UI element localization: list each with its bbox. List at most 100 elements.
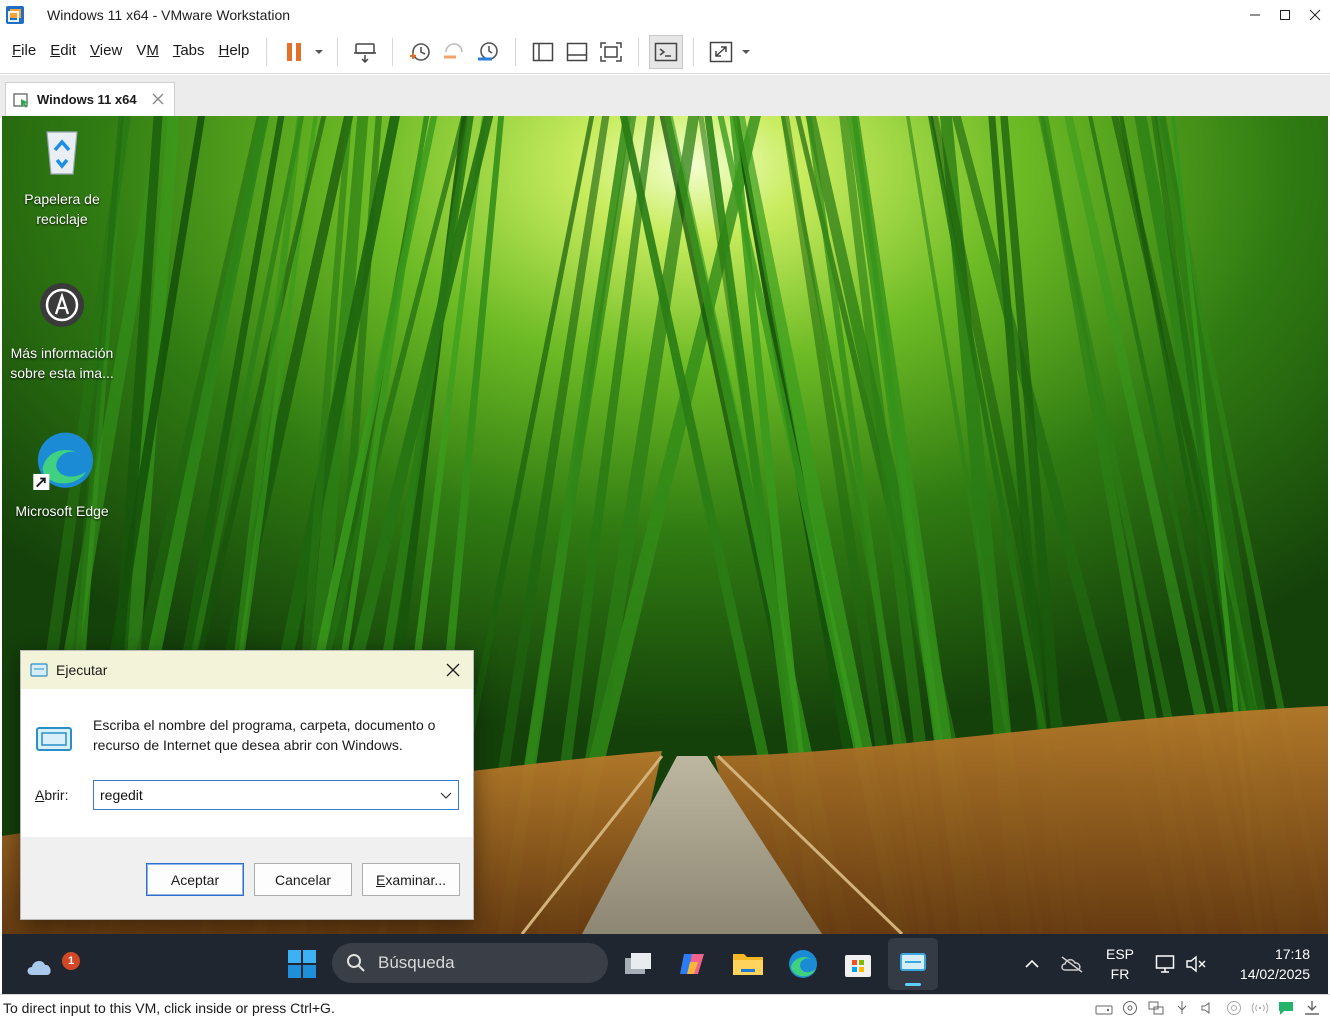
fullscreen-button[interactable] — [704, 35, 738, 69]
open-input[interactable] — [100, 782, 430, 808]
usb-status[interactable] — [1172, 999, 1192, 1017]
taskbar-clock[interactable]: 17:18 14/02/2025 — [1220, 944, 1310, 984]
minimize-button[interactable] — [1240, 0, 1270, 30]
desktop-icon-label: sobre esta ima... — [10, 365, 114, 381]
active-indicator — [905, 983, 921, 986]
maximize-button[interactable] — [1270, 0, 1300, 30]
library-view-button[interactable] — [526, 35, 560, 69]
tab-label: Windows 11 x64 — [37, 92, 137, 107]
clock-time: 17:18 — [1274, 946, 1310, 962]
start-button[interactable] — [282, 944, 322, 984]
ok-button[interactable]: Aceptar — [146, 863, 244, 896]
menu-vm[interactable]: VM — [129, 30, 166, 74]
clock-date: 14/02/2025 — [1239, 966, 1310, 982]
taskbar-search[interactable]: Búsqueda — [332, 943, 608, 983]
fit-guest-button[interactable] — [594, 35, 628, 69]
search-icon — [347, 954, 365, 972]
hard-disk-icon — [1095, 1005, 1113, 1015]
run-taskbar-button[interactable] — [888, 938, 938, 990]
message-log-button[interactable] — [1276, 999, 1296, 1017]
tab-windows-11-x64[interactable]: Windows 11 x64 — [5, 82, 175, 116]
menu-file[interactable]: File — [0, 30, 43, 74]
snapshot-take-icon — [410, 42, 431, 61]
menu-tabs[interactable]: Tabs — [166, 30, 212, 74]
desktop-icon-recycle-bin[interactable]: Papelera de reciclaje — [2, 124, 122, 229]
desktop-icon-label: Más información — [10, 345, 114, 361]
sound-card-status[interactable] — [1198, 999, 1218, 1017]
menu-file-accel: F — [12, 41, 22, 59]
run-dialog-titlebar[interactable]: Ejecutar — [21, 651, 473, 689]
wireless-status[interactable] — [1250, 999, 1270, 1017]
spotlight-icon — [40, 283, 84, 327]
desktop-icon-label: reciclaje — [36, 211, 88, 227]
hard-disk-status[interactable] — [1094, 999, 1114, 1017]
display-icon — [1227, 1001, 1241, 1015]
task-view-button[interactable] — [618, 944, 658, 984]
input-language[interactable]: ESP FR — [1102, 944, 1138, 984]
run-dialog-body: Escriba el nombre del programa, carpeta,… — [21, 689, 473, 837]
desktop-icon-spotlight[interactable]: Más información sobre esta ima... — [2, 278, 122, 383]
message-icon — [1279, 1002, 1293, 1015]
edge-taskbar-button[interactable] — [783, 944, 823, 984]
open-combobox[interactable] — [93, 780, 459, 810]
fullscreen-icon — [710, 41, 733, 62]
chevron-up-icon — [1025, 959, 1039, 968]
console-view-button[interactable] — [649, 34, 684, 69]
tab-close-icon[interactable] — [150, 91, 166, 107]
network-adapter-status[interactable] — [1146, 999, 1166, 1017]
file-explorer-button[interactable] — [728, 944, 768, 984]
store-button[interactable] — [838, 944, 878, 984]
snapshot-take-button[interactable] — [403, 35, 437, 69]
run-app-icon — [30, 663, 48, 677]
volume-tray-button[interactable] — [1176, 944, 1216, 984]
notification-badge: 1 — [62, 952, 80, 970]
onedrive-tray-button[interactable] — [1052, 944, 1092, 984]
menu-edit[interactable]: Edit — [43, 30, 83, 74]
browse-button[interactable]: Examinar... — [362, 863, 460, 896]
pause-button[interactable] — [277, 35, 311, 69]
copilot-icon — [680, 954, 704, 974]
desktop-icon-label: Microsoft Edge — [15, 503, 109, 519]
send-ctrl-alt-del-button[interactable] — [348, 35, 382, 69]
guest-screen[interactable]: Papelera de reciclaje Más información so… — [2, 116, 1328, 994]
display-status[interactable] — [1224, 999, 1244, 1017]
menu-view[interactable]: View — [83, 30, 129, 74]
menu-tabs-accel: T — [172, 41, 181, 59]
snapshot-revert-button[interactable] — [437, 35, 471, 69]
library-view-icon — [533, 42, 554, 61]
thumbnail-view-icon — [567, 42, 588, 61]
weather-widget[interactable]: 1 — [22, 944, 80, 984]
close-icon[interactable] — [445, 662, 461, 678]
download-status[interactable] — [1302, 999, 1322, 1017]
power-dropdown-button[interactable] — [311, 35, 327, 69]
desktop-icon-edge[interactable]: Microsoft Edge — [2, 428, 122, 521]
fullscreen-dropdown-button[interactable] — [738, 35, 754, 69]
network-icon — [1155, 955, 1175, 973]
thumbnail-view-button[interactable] — [560, 35, 594, 69]
volume-muted-icon — [1186, 955, 1206, 973]
menu-vm-accel: M — [146, 41, 159, 59]
show-hidden-icons-button[interactable] — [1012, 944, 1052, 984]
status-bar: To direct input to this VM, click inside… — [0, 994, 1330, 1020]
close-button[interactable] — [1300, 0, 1330, 30]
snapshot-manager-button[interactable] — [471, 35, 505, 69]
speaker-icon — [1201, 1002, 1210, 1014]
cancel-button[interactable]: Cancelar — [254, 863, 352, 896]
chevron-down-icon[interactable] — [440, 790, 452, 800]
menu-toolbar: File Edit View VM Tabs Help — [0, 30, 1330, 74]
vmware-logo-icon — [6, 6, 24, 24]
menu-help[interactable]: Help — [212, 30, 257, 74]
vm-tab-icon — [13, 92, 29, 108]
cd-dvd-status[interactable] — [1120, 999, 1140, 1017]
weather-icon — [27, 961, 51, 975]
run-dialog-description: Escriba el nombre del programa, carpeta,… — [93, 717, 436, 753]
toolbar-divider — [392, 37, 394, 66]
console-view-icon — [655, 42, 678, 61]
network-adapter-icon — [1148, 1001, 1164, 1015]
run-dialog: Ejecutar Escriba el nombre del programa,… — [20, 650, 474, 920]
copilot-button[interactable] — [673, 944, 713, 984]
wireless-icon — [1251, 1002, 1269, 1014]
close-icon — [1309, 9, 1321, 21]
edge-icon — [33, 432, 93, 490]
toolbar-divider — [515, 37, 517, 66]
